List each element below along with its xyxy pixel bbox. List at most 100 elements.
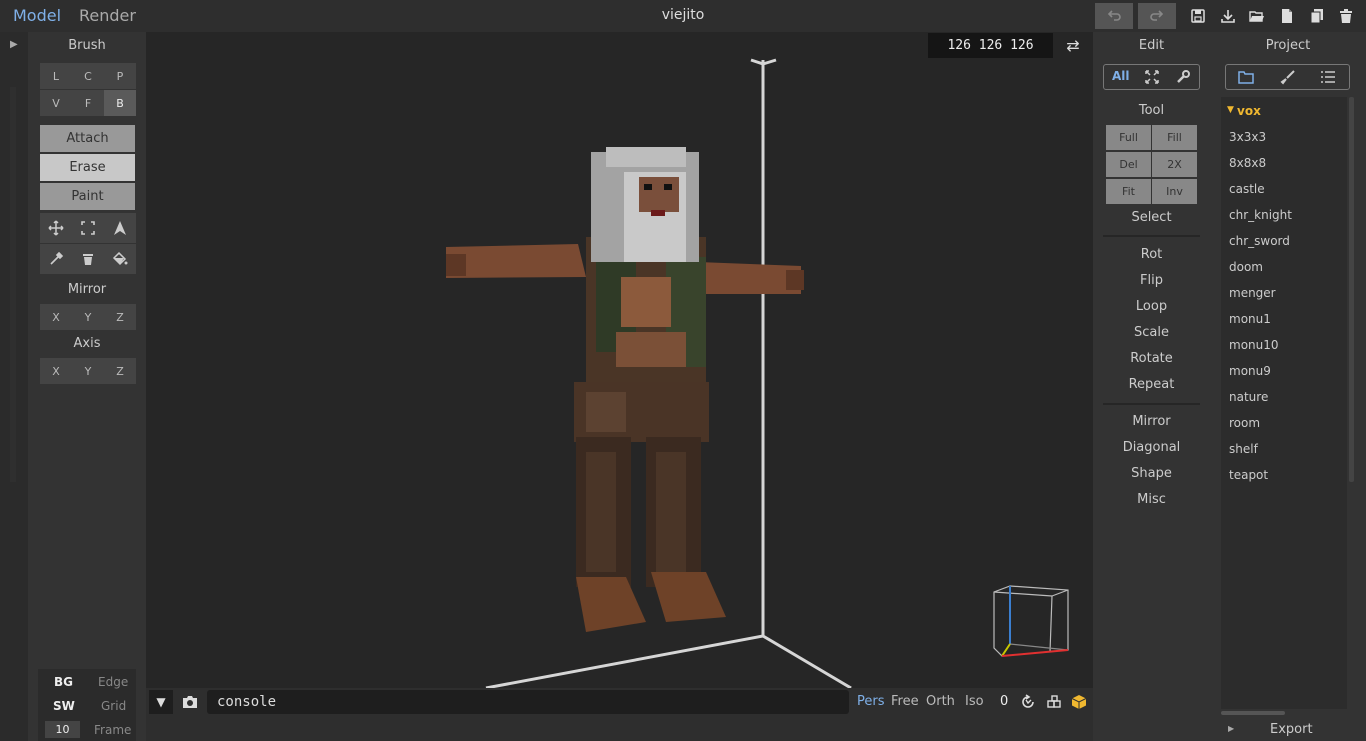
reset-rotation-button[interactable] <box>1020 694 1036 710</box>
tab-list[interactable] <box>1320 69 1336 85</box>
brush-mode-l[interactable]: L <box>40 63 72 89</box>
delete-button[interactable] <box>1332 3 1360 29</box>
bounds-edge-right <box>762 634 852 688</box>
tool-inv-button[interactable]: Inv <box>1152 179 1197 204</box>
scale-button[interactable]: Scale <box>1093 325 1210 340</box>
brush-mode-p[interactable]: P <box>104 63 136 89</box>
undo-button[interactable] <box>1095 3 1133 29</box>
document-title: viejito <box>661 7 705 23</box>
file-list-hscrollbar[interactable] <box>1221 711 1285 715</box>
tab-files[interactable] <box>1238 69 1254 85</box>
folder-vox[interactable]: vox <box>1237 104 1261 118</box>
diagonal-button[interactable]: Diagonal <box>1093 440 1210 455</box>
select-region-button[interactable] <box>72 213 104 243</box>
view-free[interactable]: Free <box>891 694 919 709</box>
left-collapse-strip: ▶ <box>0 32 28 741</box>
edge-toggle[interactable]: Edge <box>98 675 128 689</box>
console-input[interactable]: console <box>207 690 849 714</box>
list-item[interactable]: doom <box>1229 260 1263 274</box>
console-toggle-icon[interactable]: ▼ <box>149 690 173 714</box>
download-button[interactable] <box>1214 3 1242 29</box>
save-icon <box>1191 9 1205 23</box>
repeat-button[interactable]: Repeat <box>1093 377 1210 392</box>
sw-toggle[interactable]: SW <box>53 699 75 713</box>
orientation-gizmo[interactable] <box>990 578 1075 663</box>
axis-x-button[interactable]: X <box>40 358 72 384</box>
save-button[interactable] <box>1184 3 1212 29</box>
viewport-3d[interactable] <box>146 32 1093 688</box>
fill-bucket-button[interactable] <box>104 244 136 274</box>
tool-fit-button[interactable]: Fit <box>1106 179 1151 204</box>
tab-model[interactable]: Model <box>13 6 61 25</box>
select-button[interactable]: Select <box>1093 210 1210 225</box>
tool-full-button[interactable]: Full <box>1106 125 1151 150</box>
mirror-button[interactable]: Mirror <box>1093 414 1210 429</box>
brush-mode-f[interactable]: F <box>72 90 104 116</box>
rot-button[interactable]: Rot <box>1093 247 1210 262</box>
cursor-tool-button[interactable] <box>104 213 136 243</box>
misc-button[interactable]: Misc <box>1093 492 1210 507</box>
list-item[interactable]: monu1 <box>1229 312 1271 326</box>
bg-toggle[interactable]: BG <box>54 675 73 689</box>
tool-del-button[interactable]: Del <box>1106 152 1151 177</box>
shape-button[interactable]: Shape <box>1093 466 1210 481</box>
attach-button[interactable]: Attach <box>40 125 135 152</box>
list-item[interactable]: 8x8x8 <box>1229 156 1266 170</box>
layout-button[interactable] <box>1046 694 1062 710</box>
list-item[interactable]: menger <box>1229 286 1276 300</box>
frame-input[interactable]: 10 <box>45 721 80 738</box>
list-item[interactable]: teapot <box>1229 468 1268 482</box>
dimensions-readout[interactable]: 126 126 126 <box>928 33 1053 58</box>
list-item[interactable]: chr_knight <box>1229 208 1292 222</box>
tab-transform[interactable] <box>1144 69 1160 85</box>
tool-fill-button[interactable]: Fill <box>1152 125 1197 150</box>
clear-button[interactable] <box>72 244 104 274</box>
swap-icon[interactable]: ⇄ <box>1058 33 1088 58</box>
view-iso[interactable]: Iso <box>965 694 984 709</box>
grid-toggle[interactable]: Grid <box>101 699 126 713</box>
axis-z-button[interactable]: Z <box>104 358 136 384</box>
list-item[interactable]: room <box>1229 416 1260 430</box>
export-button[interactable]: Export <box>1270 722 1313 737</box>
flip-button[interactable]: Flip <box>1093 273 1210 288</box>
tab-render[interactable]: Render <box>79 6 136 25</box>
export-expand-icon[interactable]: ▶ <box>1228 724 1234 733</box>
fill-bucket-icon <box>112 251 128 266</box>
tab-tools[interactable] <box>1175 69 1191 85</box>
brush-mode-c[interactable]: C <box>72 63 104 89</box>
left-scrollbar[interactable] <box>10 87 16 482</box>
view-pers[interactable]: Pers <box>857 694 885 709</box>
brush-mode-v[interactable]: V <box>40 90 72 116</box>
new-file-button[interactable] <box>1273 3 1301 29</box>
paint-button[interactable]: Paint <box>40 183 135 210</box>
list-item[interactable]: chr_sword <box>1229 234 1290 248</box>
tab-palette[interactable] <box>1280 69 1296 85</box>
tab-all[interactable]: All <box>1112 69 1130 83</box>
list-item[interactable]: shelf <box>1229 442 1258 456</box>
rotation-value[interactable]: 0 <box>1000 694 1008 709</box>
view-orth[interactable]: Orth <box>926 694 955 709</box>
voxel-cube-button[interactable] <box>1071 694 1087 710</box>
brush-mode-b[interactable]: B <box>104 90 136 116</box>
mirror-x-button[interactable]: X <box>40 304 72 330</box>
list-item[interactable]: castle <box>1229 182 1265 196</box>
open-folder-button[interactable] <box>1243 3 1271 29</box>
tool-2x-button[interactable]: 2X <box>1152 152 1197 177</box>
list-item[interactable]: monu9 <box>1229 364 1271 378</box>
mirror-z-button[interactable]: Z <box>104 304 136 330</box>
axis-y-button[interactable]: Y <box>72 358 104 384</box>
list-item[interactable]: nature <box>1229 390 1268 404</box>
erase-button[interactable]: Erase <box>40 154 135 181</box>
expand-arrow-icon[interactable]: ▶ <box>10 39 18 50</box>
eyedropper-button[interactable] <box>40 244 72 274</box>
file-list-scrollbar[interactable] <box>1349 97 1354 482</box>
mirror-y-button[interactable]: Y <box>72 304 104 330</box>
copy-button[interactable] <box>1303 3 1331 29</box>
redo-button[interactable] <box>1138 3 1176 29</box>
list-item[interactable]: 3x3x3 <box>1229 130 1266 144</box>
move-tool-button[interactable] <box>40 213 72 243</box>
screenshot-button[interactable] <box>178 690 202 714</box>
rotate-button[interactable]: Rotate <box>1093 351 1210 366</box>
list-item[interactable]: monu10 <box>1229 338 1279 352</box>
loop-button[interactable]: Loop <box>1093 299 1210 314</box>
